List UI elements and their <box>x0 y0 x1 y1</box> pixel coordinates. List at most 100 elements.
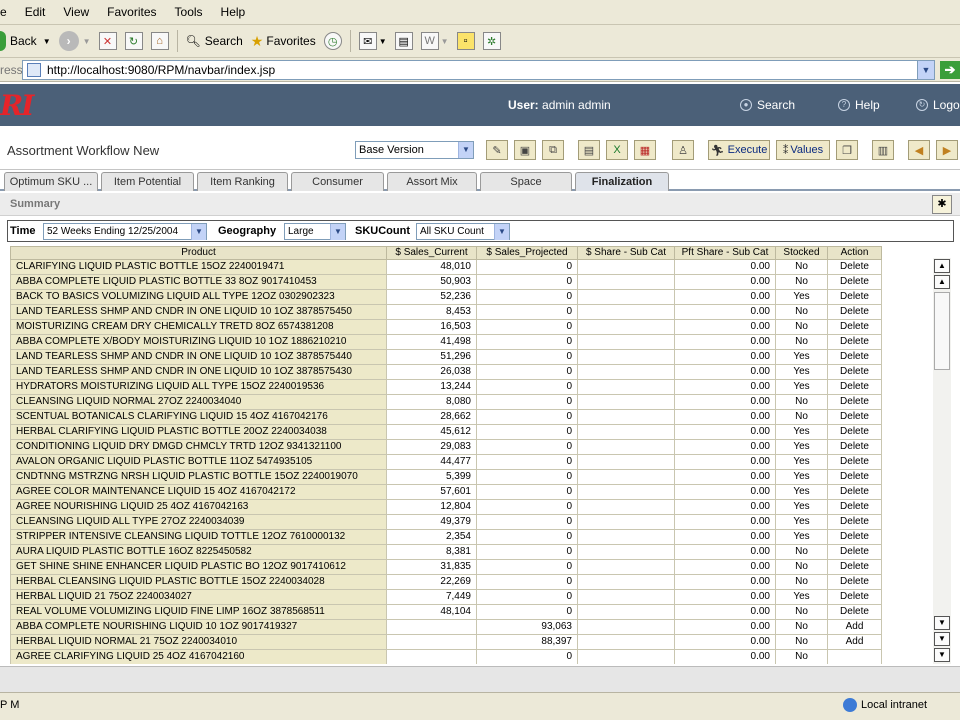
help-link[interactable]: ? Help <box>838 98 880 112</box>
tools-button[interactable]: ✱ <box>932 195 952 214</box>
action-cell[interactable]: Delete <box>827 604 882 620</box>
menu-item[interactable]: Favorites <box>98 1 165 23</box>
action-cell[interactable]: Delete <box>827 319 882 335</box>
chevron-down-icon[interactable]: ▼ <box>379 37 387 46</box>
menu-item[interactable]: Edit <box>16 1 55 23</box>
chevron-down-icon[interactable]: ▼ <box>458 142 473 158</box>
search-link[interactable]: ● Search <box>740 98 795 112</box>
stop-button[interactable]: ✕ <box>95 28 121 54</box>
refresh-button[interactable]: ↻ <box>121 28 147 54</box>
address-input[interactable]: http://localhost:9080/RPM/navbar/index.j… <box>22 60 935 80</box>
tab-consumer[interactable]: Consumer <box>291 172 384 191</box>
version-select[interactable]: Base Version ▼ <box>355 141 474 159</box>
time-select[interactable]: 52 Weeks Ending 12/25/2004 ▼ <box>43 223 207 240</box>
column-header[interactable]: $ Sales_Projected <box>476 246 578 260</box>
edit-button[interactable]: W ▼ <box>417 28 453 54</box>
action-cell[interactable]: Delete <box>827 529 882 545</box>
favorites-button[interactable]: ★ Favorites <box>247 28 320 54</box>
action-cell[interactable]: Delete <box>827 439 882 455</box>
scroll-page-down-button[interactable]: ▼ <box>934 632 950 646</box>
print-button[interactable]: ▤ <box>578 140 600 160</box>
scroll-page-up-button[interactable]: ▲ <box>934 275 950 289</box>
back-button[interactable]: Back ▼ <box>0 28 55 54</box>
action-cell[interactable]: Delete <box>827 514 882 530</box>
history-button[interactable]: ◷ <box>320 28 346 54</box>
logout-link[interactable]: ↻ Logou <box>916 98 960 112</box>
next-button[interactable]: ▶ <box>936 140 958 160</box>
chevron-down-icon[interactable]: ▼ <box>330 224 345 240</box>
action-cell[interactable]: Delete <box>827 349 882 365</box>
menu-item[interactable]: e <box>0 1 16 23</box>
settings-button[interactable]: ▥ <box>872 140 894 160</box>
column-header[interactable]: Action <box>827 246 882 260</box>
tab-finalization[interactable]: Finalization <box>575 172 669 191</box>
column-header[interactable]: $ Sales_Current <box>386 246 477 260</box>
tab-space[interactable]: Space <box>480 172 572 191</box>
action-cell[interactable]: Delete <box>827 469 882 485</box>
column-header[interactable]: Stocked <box>775 246 828 260</box>
save-as-button[interactable]: ⧉ <box>542 140 564 160</box>
action-cell[interactable]: Add <box>827 619 882 635</box>
action-cell[interactable]: Delete <box>827 589 882 605</box>
windows-button[interactable]: ❐ <box>836 140 858 160</box>
search-button[interactable]: 🔍︎ Search <box>182 28 247 54</box>
chevron-down-icon[interactable]: ▼ <box>494 224 509 240</box>
action-cell[interactable]: Delete <box>827 334 882 350</box>
action-cell[interactable]: Delete <box>827 394 882 410</box>
action-cell[interactable]: Delete <box>827 379 882 395</box>
excel-export-button[interactable]: X <box>606 140 628 160</box>
chevron-down-icon[interactable]: ▼ <box>441 37 449 46</box>
action-cell[interactable]: Delete <box>827 559 882 575</box>
scroll-top-button[interactable]: ▲ <box>934 259 950 273</box>
action-cell[interactable]: Delete <box>827 409 882 425</box>
edit-tool-button[interactable]: ✎ <box>486 140 508 160</box>
action-cell[interactable]: Delete <box>827 274 882 290</box>
tab-item-potential[interactable]: Item Potential <box>101 172 194 191</box>
forward-button[interactable]: › ▼ <box>55 28 95 54</box>
action-cell[interactable]: Delete <box>827 289 882 305</box>
menu-item[interactable]: Help <box>212 1 255 23</box>
column-header[interactable]: Pft Share - Sub Cat <box>674 246 776 260</box>
go-button[interactable]: ➔ <box>940 61 960 79</box>
previous-button[interactable]: ◀ <box>908 140 930 160</box>
action-cell[interactable] <box>827 649 882 664</box>
action-cell[interactable]: Delete <box>827 364 882 380</box>
action-cell[interactable]: Delete <box>827 304 882 320</box>
user-settings-button[interactable]: ♙ <box>672 140 694 160</box>
values-button[interactable]: ⁑ Values <box>776 140 830 160</box>
column-header[interactable]: $ Share - Sub Cat <box>577 246 675 260</box>
action-cell[interactable]: Delete <box>827 484 882 500</box>
sku-count-select[interactable]: All SKU Count ▼ <box>416 223 510 240</box>
save-button[interactable]: ▣ <box>514 140 536 160</box>
mail-button[interactable]: ✉ ▼ <box>355 28 391 54</box>
column-header[interactable]: Product <box>10 246 387 260</box>
menu-item[interactable]: View <box>54 1 98 23</box>
discuss-button[interactable]: ▫ <box>453 28 479 54</box>
action-cell[interactable]: Delete <box>827 499 882 515</box>
action-cell[interactable]: Delete <box>827 454 882 470</box>
tab-optimum-sku[interactable]: Optimum SKU ... <box>4 172 98 191</box>
scroll-bottom-button[interactable]: ▼ <box>934 648 950 662</box>
chevron-down-icon[interactable]: ▼ <box>83 37 91 46</box>
home-button[interactable]: ⌂ <box>147 28 173 54</box>
execute-button[interactable]: 🏃︎ Execute <box>708 140 770 160</box>
action-cell[interactable]: Delete <box>827 424 882 440</box>
chevron-down-icon[interactable]: ▼ <box>917 61 934 79</box>
scroll-down-button[interactable]: ▼ <box>934 616 950 630</box>
action-cell[interactable]: Delete <box>827 574 882 590</box>
menu-item[interactable]: Tools <box>166 1 212 23</box>
tab-item-ranking[interactable]: Item Ranking <box>197 172 288 191</box>
print-button[interactable]: ▤ <box>391 28 417 54</box>
pdf-export-button[interactable]: ▦ <box>634 140 656 160</box>
scroll-thumb[interactable] <box>934 292 950 370</box>
tab-assort-mix[interactable]: Assort Mix <box>387 172 477 191</box>
geography-select[interactable]: Large ▼ <box>284 223 346 240</box>
chevron-down-icon[interactable]: ▼ <box>43 37 51 46</box>
vertical-scrollbar[interactable]: ▲ ▲ ▼ ▼ ▼ <box>933 258 951 664</box>
action-cell[interactable]: Delete <box>827 544 882 560</box>
action-cell[interactable]: Add <box>827 634 882 650</box>
action-cell[interactable]: Delete <box>827 259 882 275</box>
chevron-down-icon[interactable]: ▼ <box>191 224 206 240</box>
edit-icon: ✎ <box>492 144 502 157</box>
messenger-button[interactable]: ✲ <box>479 28 505 54</box>
